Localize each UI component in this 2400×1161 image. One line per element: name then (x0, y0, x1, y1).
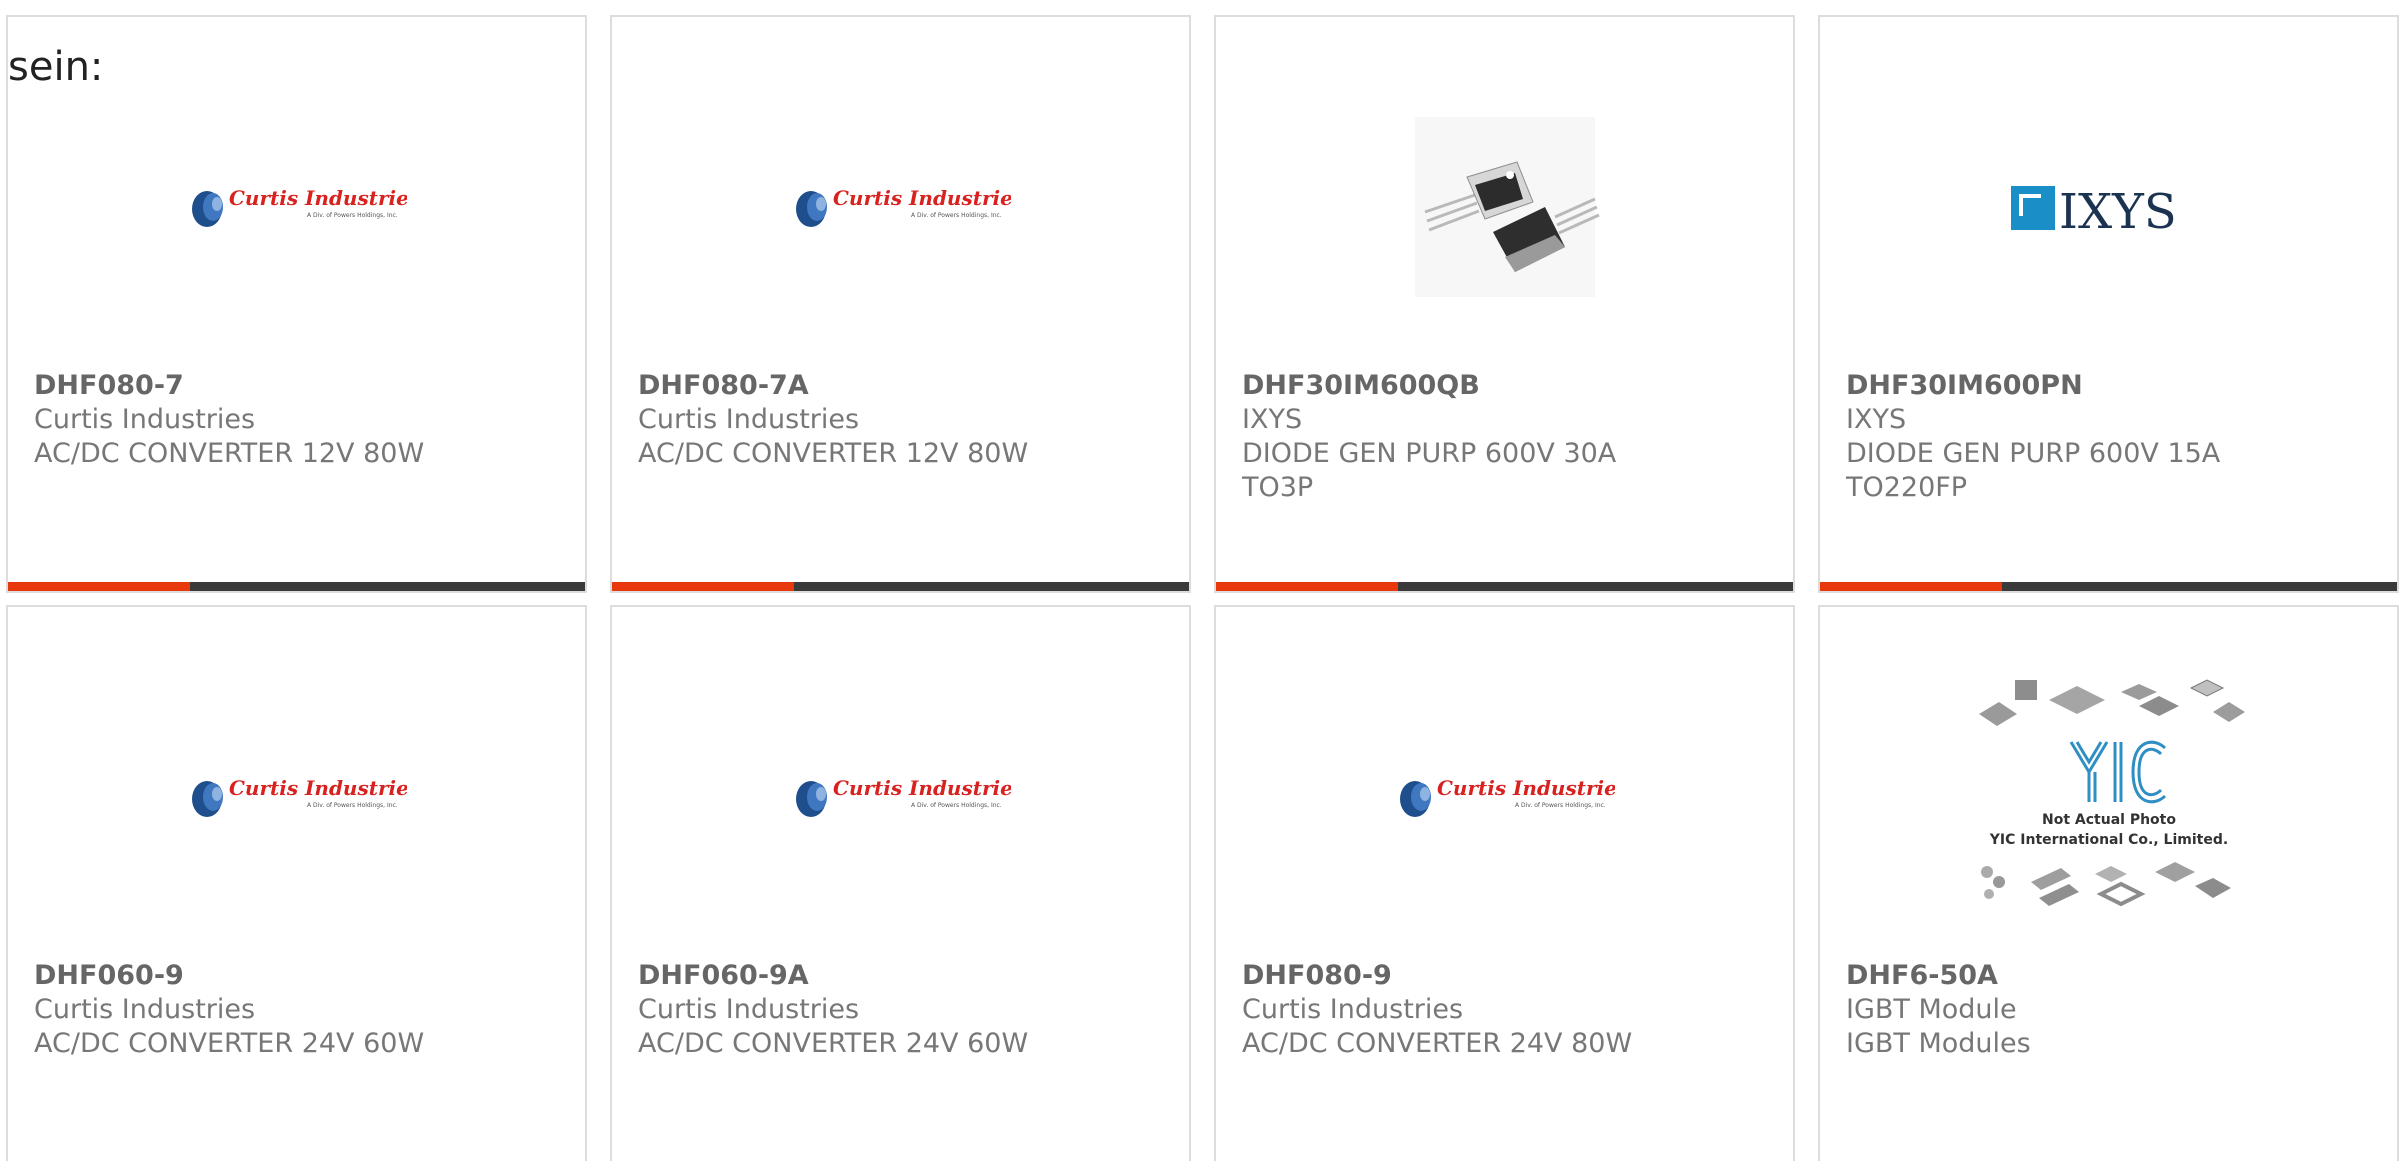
description: AC/DC CONVERTER 24V 60W (638, 1028, 1029, 1059)
description: DIODE GEN PURP 600V 15A (1846, 438, 2221, 469)
product-card[interactable]: Curtis Industries A Div. of Powers Holdi… (6, 15, 587, 593)
svg-text:Curtis Industries: Curtis Industries (1437, 776, 1615, 800)
manufacturer: Curtis Industries (638, 994, 860, 1025)
svg-text:YIC International Co., Limited: YIC International Co., Limited. (1988, 832, 2227, 848)
svg-text:A Div. of Powers Holdings, Inc: A Div. of Powers Holdings, Inc. (1515, 802, 1606, 809)
card-accent (1820, 582, 2002, 591)
product-card[interactable]: Curtis Industries A Div. of Powers Holdi… (610, 15, 1191, 593)
description: DIODE GEN PURP 600V 30A (1242, 438, 1617, 469)
card-bar (1216, 582, 1793, 591)
card-bar (612, 582, 1189, 591)
product-card[interactable]: DHF30IM600QB IXYS DIODE GEN PURP 600V 30… (1214, 15, 1795, 593)
curtis-industries-logo: Curtis Industries A Div. of Powers Holdi… (191, 186, 407, 227)
manufacturer: IXYS (1242, 404, 1303, 435)
product-image[interactable]: Curtis Industries A Div. of Powers Holdi… (8, 57, 585, 357)
manufacturer: Curtis Industries (1242, 994, 1464, 1025)
svg-text:A Div. of Powers Holdings, Inc: A Div. of Powers Holdings, Inc. (911, 212, 1002, 219)
description: AC/DC CONVERTER 24V 60W (34, 1028, 425, 1059)
part-number[interactable]: DHF30IM600PN (1846, 369, 2377, 403)
card-accent (612, 582, 794, 591)
manufacturer: Curtis Industries (34, 404, 256, 435)
svg-text:Not Actual Photo: Not Actual Photo (2042, 812, 2176, 828)
svg-text:Curtis Industries: Curtis Industries (833, 186, 1011, 210)
product-image[interactable] (1216, 57, 1793, 357)
card-accent (1216, 582, 1398, 591)
manufacturer: Curtis Industries (638, 404, 860, 435)
curtis-industries-logo: Curtis Industries A Div. of Powers Holdi… (191, 776, 407, 817)
svg-text:Curtis Industries: Curtis Industries (229, 186, 407, 210)
part-number[interactable]: DHF060-9A (638, 959, 1169, 993)
card-bar (8, 582, 585, 591)
description: AC/DC CONVERTER 12V 80W (34, 438, 425, 469)
card-bar (1820, 582, 2397, 591)
product-card[interactable]: Curtis Industries A Div. of Powers Holdi… (6, 605, 587, 1161)
part-number[interactable]: DHF080-9 (1242, 959, 1773, 993)
to3p-package-photo (1414, 117, 1600, 297)
svg-text:A Div. of Powers Holdings, Inc: A Div. of Powers Holdings, Inc. (307, 212, 398, 219)
part-number[interactable]: DHF6-50A (1846, 959, 2377, 993)
product-image[interactable]: Curtis Industries A Div. of Powers Holdi… (612, 57, 1189, 357)
product-image[interactable]: Curtis Industries A Div. of Powers Holdi… (1216, 647, 1793, 947)
manufacturer: IGBT Module (1846, 994, 2017, 1025)
product-card[interactable]: Curtis Industries A Div. of Powers Holdi… (610, 605, 1191, 1161)
part-number[interactable]: DHF30IM600QB (1242, 369, 1773, 403)
part-number[interactable]: DHF080-7 (34, 369, 565, 403)
product-card[interactable]: Not Actual Photo YIC International Co., … (1818, 605, 2399, 1161)
curtis-industries-logo: Curtis Industries A Div. of Powers Holdi… (795, 186, 1011, 227)
product-image[interactable]: IXYS (1820, 57, 2397, 357)
product-image[interactable]: Curtis Industries A Div. of Powers Holdi… (612, 647, 1189, 947)
svg-text:Curtis Industries: Curtis Industries (833, 776, 1011, 800)
description-package: TO3P (1242, 472, 1314, 503)
product-image[interactable]: Curtis Industries A Div. of Powers Holdi… (8, 647, 585, 947)
product-card[interactable]: IXYS DHF30IM600PN IXYS DIODE GEN PURP 60… (1818, 15, 2399, 593)
product-card[interactable]: Curtis Industries A Div. of Powers Holdi… (1214, 605, 1795, 1161)
svg-text:A Div. of Powers Holdings, Inc: A Div. of Powers Holdings, Inc. (911, 802, 1002, 809)
yic-placeholder-image: Not Actual Photo YIC International Co., … (1978, 679, 2245, 907)
curtis-industries-logo: Curtis Industries A Div. of Powers Holdi… (1399, 776, 1615, 817)
part-number[interactable]: DHF060-9 (34, 959, 565, 993)
curtis-industries-logo: Curtis Industries A Div. of Powers Holdi… (795, 776, 1011, 817)
product-image[interactable]: Not Actual Photo YIC International Co., … (1820, 647, 2397, 947)
part-number[interactable]: DHF080-7A (638, 369, 1169, 403)
description: AC/DC CONVERTER 12V 80W (638, 438, 1029, 469)
svg-text:IXYS: IXYS (2059, 184, 2177, 240)
card-accent (8, 582, 190, 591)
product-grid-page: sein: Curtis Industries A Div. of Powers… (0, 0, 2400, 1161)
svg-text:Curtis Industries: Curtis Industries (229, 776, 407, 800)
description: IGBT Modules (1846, 1028, 2031, 1059)
description-package: TO220FP (1846, 472, 1968, 503)
ixys-logo: IXYS (2010, 184, 2177, 240)
svg-text:A Div. of Powers Holdings, Inc: A Div. of Powers Holdings, Inc. (307, 802, 398, 809)
manufacturer: IXYS (1846, 404, 1907, 435)
intro-text: sein: (8, 44, 104, 90)
manufacturer: Curtis Industries (34, 994, 256, 1025)
description: AC/DC CONVERTER 24V 80W (1242, 1028, 1633, 1059)
